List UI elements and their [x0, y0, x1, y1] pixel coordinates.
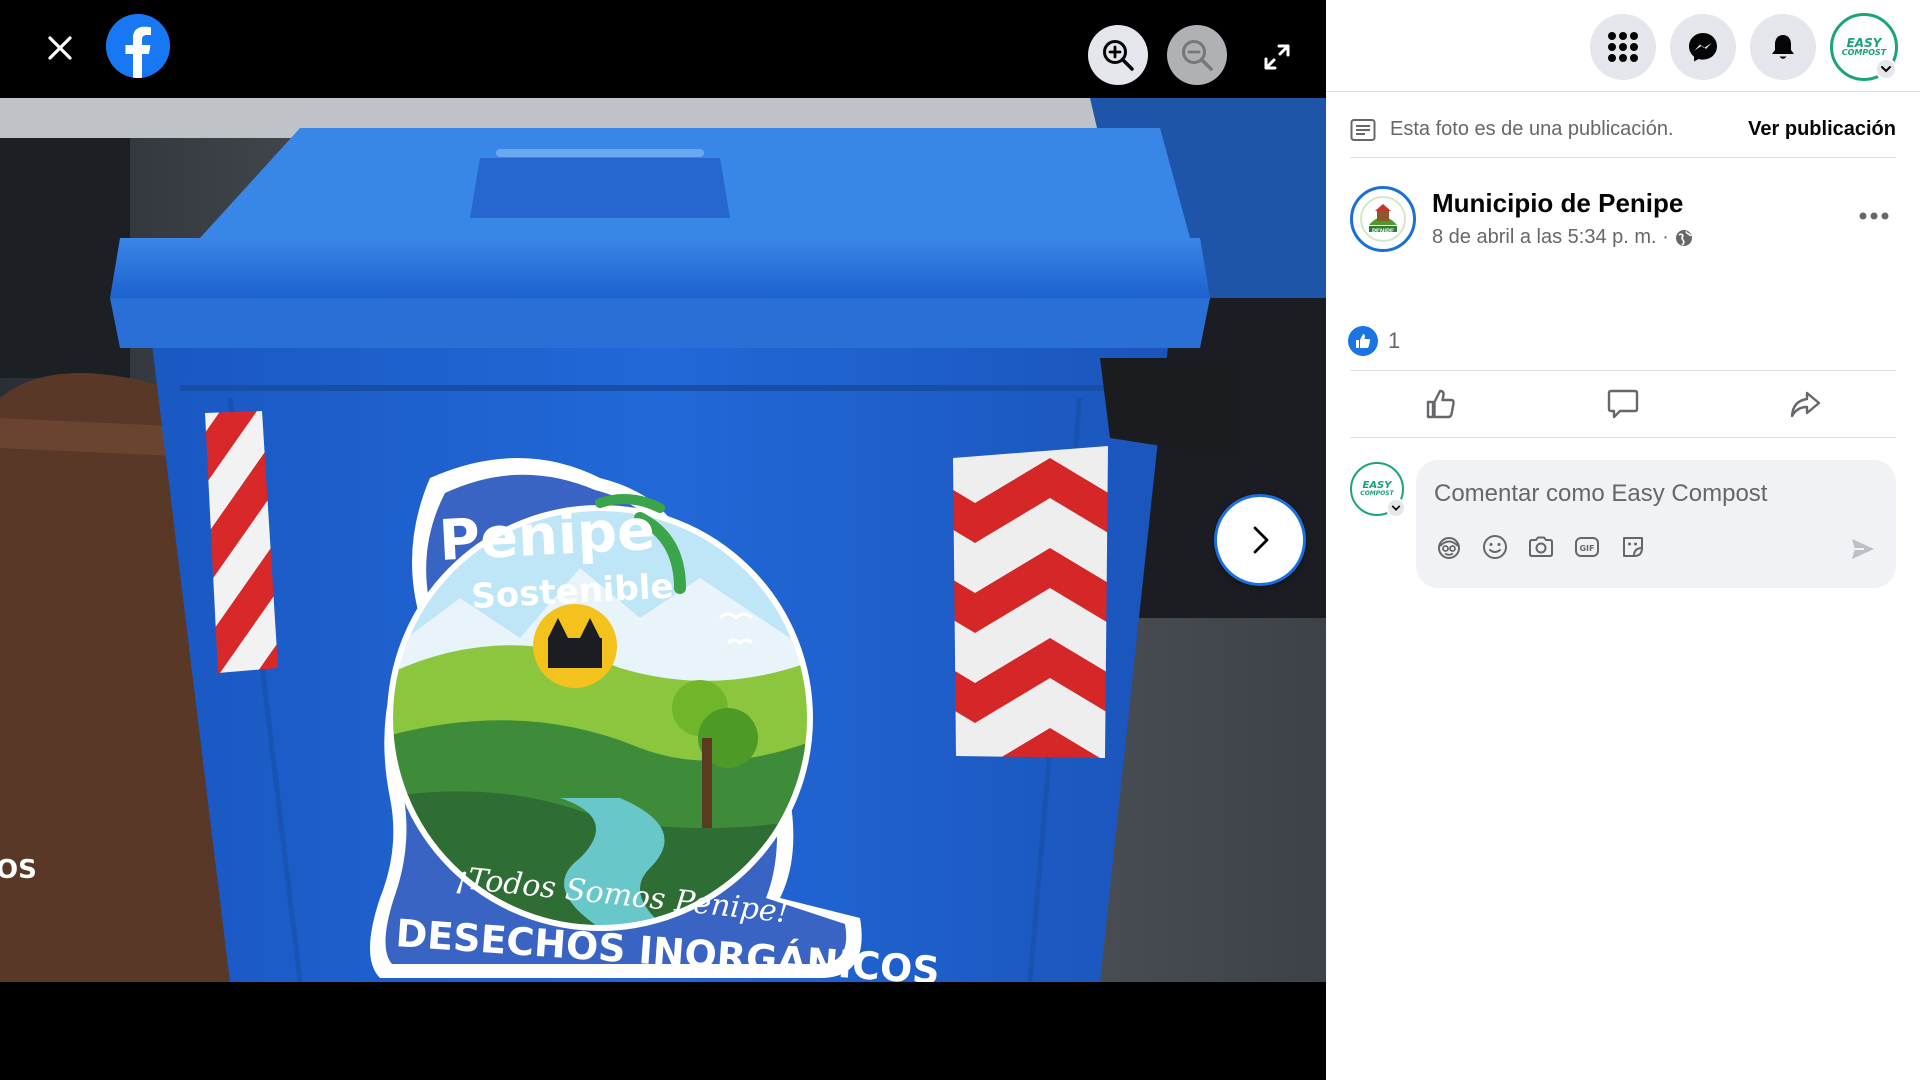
grid-menu-icon: [1608, 32, 1638, 62]
commenter-switch-chevron[interactable]: [1386, 498, 1406, 518]
author-name[interactable]: Municipio de Penipe: [1432, 188, 1683, 219]
avatar-sticker-icon: [1438, 537, 1460, 559]
send-comment-button[interactable]: [1848, 534, 1878, 564]
menu-button[interactable]: [1590, 14, 1656, 80]
thumbs-up-outline-icon: [1426, 389, 1455, 419]
reaction-count: 1: [1388, 328, 1401, 353]
like-reaction-icon: [1348, 326, 1378, 356]
emoji-icon: [1483, 535, 1507, 559]
camera-icon: [1529, 536, 1553, 557]
author-avatar-text: PENIPE: [1371, 229, 1394, 235]
comment-button[interactable]: [1532, 371, 1714, 437]
post-date[interactable]: 8 de abril a las 5:34 p. m. ·: [1432, 226, 1693, 249]
panel-topbar: EASY COMPOST: [1326, 0, 1920, 92]
notifications-button[interactable]: [1750, 14, 1816, 80]
zoom-in-icon: [1103, 40, 1134, 71]
post-side-panel: EASY COMPOST Esta foto es de una publica…: [1326, 0, 1920, 1080]
bell-icon: [1772, 35, 1794, 59]
comment-composer: EASY COMPOST Comentar como Easy Compost …: [1350, 460, 1896, 588]
chevron-down-icon: [1391, 505, 1401, 511]
post-photo: OS Penipe Sostenible DESECHOS INORGÁNICO…: [0, 98, 1326, 982]
sticker-icon: [1623, 537, 1643, 557]
gif-icon: GIF: [1575, 537, 1599, 557]
photo-viewer: OS Penipe Sostenible DESECHOS INORGÁNICO…: [0, 0, 1326, 1080]
fullscreen-button[interactable]: [1255, 35, 1299, 79]
sticker-button[interactable]: [1618, 532, 1648, 562]
chevron-down-icon: [1881, 66, 1891, 73]
penipe-logo-icon: [1360, 196, 1406, 242]
comment-icon: [1607, 389, 1639, 419]
commenter-logo-line2: COMPOST: [1360, 490, 1394, 497]
post-options-button[interactable]: [1852, 194, 1896, 238]
comment-tools: GIF: [1434, 532, 1648, 562]
fullscreen-icon: [1264, 44, 1290, 70]
post-note-text: Esta foto es de una publicación.: [1390, 118, 1674, 140]
zoom-out-button[interactable]: [1167, 25, 1227, 85]
thumbs-up-icon: [1356, 334, 1371, 348]
facebook-logo-icon: [106, 14, 170, 78]
account-menu-chevron[interactable]: [1875, 58, 1897, 80]
profile-logo-line2: COMPOST: [1841, 48, 1887, 57]
reactions-summary[interactable]: 1: [1348, 326, 1400, 356]
post-note: Esta foto es de una publicación. Ver pub…: [1350, 102, 1896, 158]
comment-box: GIF: [1416, 460, 1896, 588]
avatar-sticker-button[interactable]: [1434, 532, 1464, 562]
brown-bin-text: OS: [0, 855, 37, 885]
post-icon: [1350, 118, 1376, 141]
close-button[interactable]: [38, 26, 82, 70]
messenger-button[interactable]: [1670, 14, 1736, 80]
facebook-logo[interactable]: [106, 14, 170, 78]
post-author: PENIPE Municipio de Penipe 8 de abril a …: [1350, 182, 1896, 262]
photo-illustration: OS Penipe Sostenible DESECHOS INORGÁNICO…: [0, 98, 1326, 982]
zoom-in-button[interactable]: [1088, 25, 1148, 85]
post-actions: [1350, 370, 1896, 438]
viewer-topbar: [0, 0, 1326, 98]
commenter-logo: EASY COMPOST: [1360, 481, 1393, 497]
svg-text:GIF: GIF: [1579, 544, 1594, 553]
profile-logo: EASY COMPOST: [1842, 37, 1887, 57]
zoom-out-icon: [1182, 40, 1213, 71]
photo-attach-button[interactable]: [1526, 532, 1556, 562]
chevron-right-icon: [1253, 526, 1269, 554]
view-post-link[interactable]: Ver publicación: [1748, 118, 1896, 141]
send-icon: [1852, 539, 1874, 559]
more-horizontal-icon: [1859, 212, 1889, 220]
globe-icon: [1675, 229, 1692, 246]
next-photo-button[interactable]: [1214, 494, 1306, 586]
emoji-button[interactable]: [1480, 532, 1510, 562]
gif-button[interactable]: GIF: [1572, 532, 1602, 562]
post-date-text: 8 de abril a las 5:34 p. m. ·: [1432, 226, 1669, 248]
like-button[interactable]: [1350, 371, 1532, 437]
share-icon: [1790, 391, 1821, 418]
messenger-icon: [1689, 33, 1717, 62]
close-icon: [48, 36, 72, 60]
author-avatar[interactable]: PENIPE: [1350, 186, 1416, 252]
photo-brand-line1: Penipe: [437, 498, 656, 574]
share-button[interactable]: [1714, 371, 1896, 437]
commenter-avatar[interactable]: EASY COMPOST: [1350, 462, 1406, 518]
comment-input[interactable]: [1434, 476, 1874, 512]
profile-avatar-button[interactable]: EASY COMPOST: [1830, 13, 1898, 81]
